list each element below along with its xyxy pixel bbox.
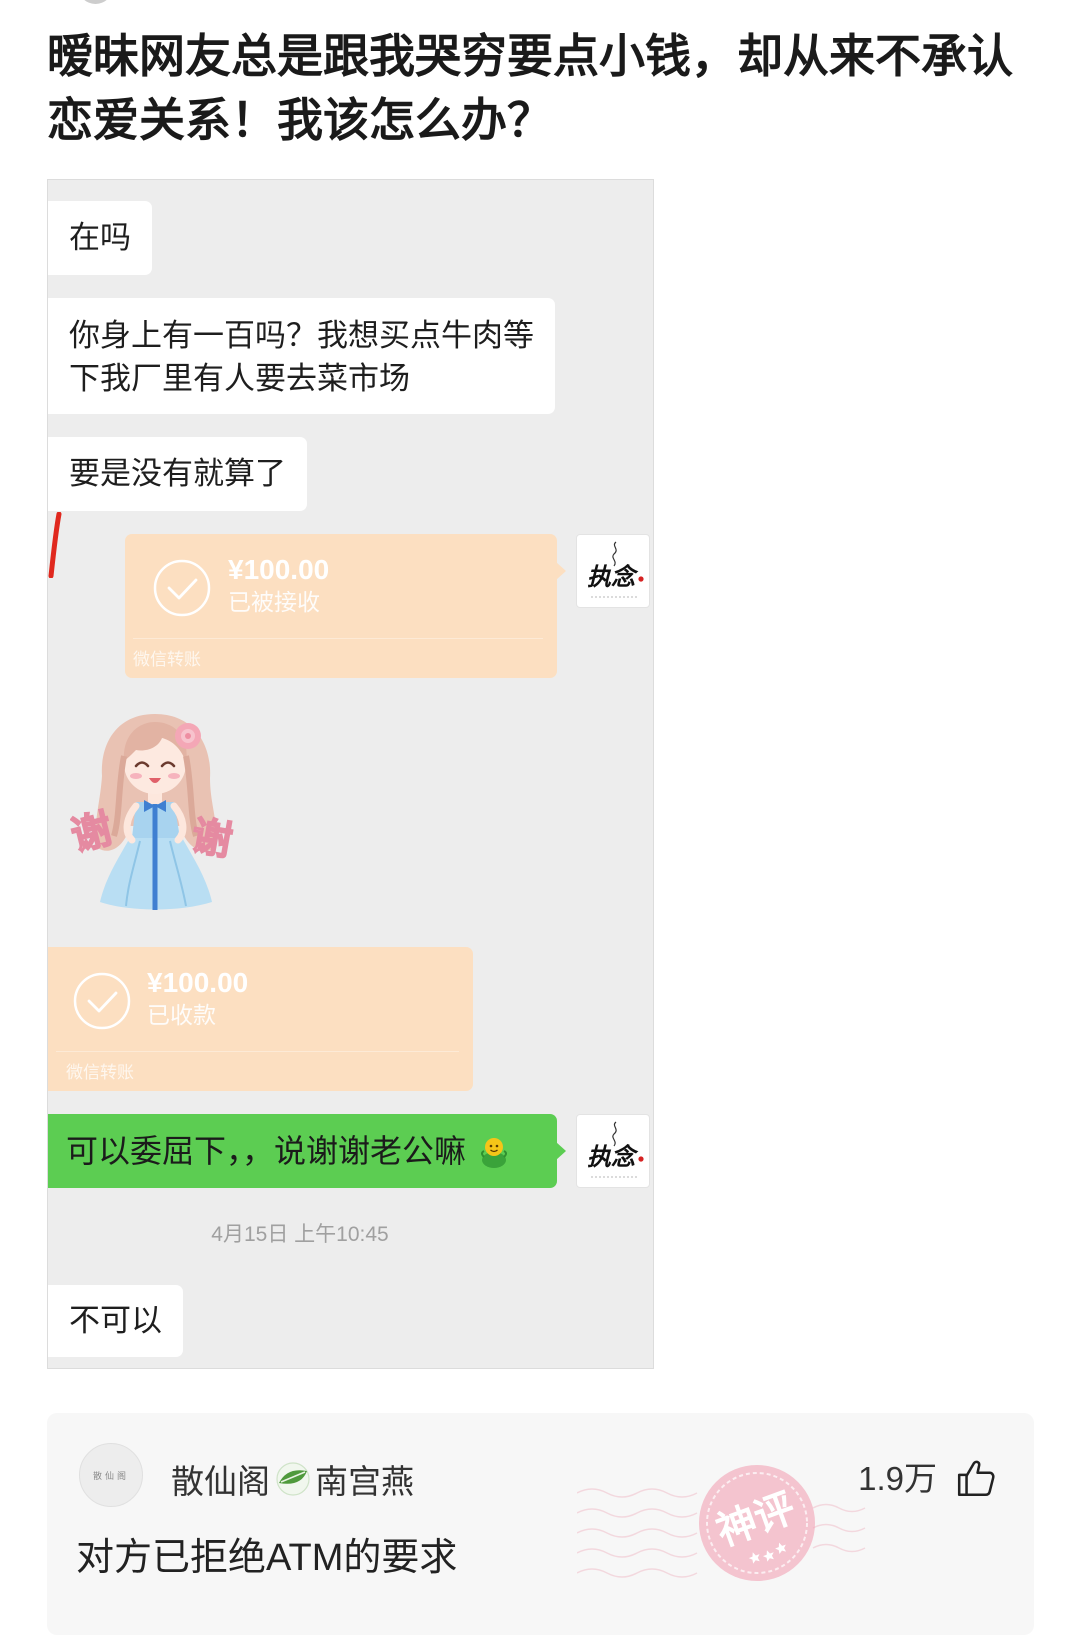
message-text: 要是没有就算了 [69, 456, 286, 491]
commenter-name-prefix: 散仙阁 [171, 1463, 270, 1500]
smiling-emoji-icon [481, 1138, 508, 1168]
avatar-logo-text: 散仙阁 [92, 1470, 129, 1481]
transfer-status: 已收款 [147, 1002, 216, 1028]
outgoing-message-bubble: 可以委屈下，，说谢谢老公嘛 [48, 1114, 566, 1188]
transfer-card-received: ¥100.00 已收款 微信转账 [48, 947, 473, 1091]
top-comment-stamp: 神评 [577, 1465, 866, 1581]
message-text-line: 下我厂里有人要去菜市场 [69, 361, 410, 396]
transfer-footer-label: 微信转账 [66, 1063, 134, 1082]
transfer-amount: ¥100.00 [228, 554, 330, 585]
incoming-message-bubble: 在吗 [48, 201, 152, 275]
check-circle-icon [73, 972, 131, 1030]
chat-screenshot-image[interactable]: 在吗 你身上有一百吗？我想买点牛肉等 下我厂里有人要去菜市场 要是没有就算了 ¥… [47, 179, 654, 1369]
transfer-amount: ¥100.00 [147, 967, 249, 998]
transfer-divider [133, 638, 543, 639]
like-count[interactable]: 1.9万 [858, 1459, 937, 1499]
thank-you-girl-sticker: 谢 谢 [70, 714, 236, 910]
transfer-status: 已被接收 [228, 589, 320, 615]
avatar-calligraphy-text: 执念 [587, 1142, 639, 1171]
avatar-calligraphy-text: 执念 [587, 562, 639, 591]
check-circle-icon [153, 559, 211, 617]
my-avatar: 执念 [576, 534, 650, 608]
calligraphy-avatar-icon: 执念 [587, 1121, 644, 1178]
sticker-flower [175, 723, 201, 749]
calligraphy-avatar-icon: 执念 [587, 541, 644, 598]
chat-timestamp: 4月15日 上午10:45 [211, 1223, 389, 1246]
message-text: 在吗 [69, 220, 131, 255]
thumbs-up-icon[interactable] [955, 1457, 997, 1499]
transfer-divider [56, 1051, 459, 1052]
incoming-message-bubble: 不可以 [48, 1285, 183, 1357]
message-text: 不可以 [69, 1303, 162, 1338]
red-annotation-mark [48, 512, 62, 578]
author-avatar[interactable] [78, 0, 113, 4]
sticker-char-right: 谢 [188, 813, 235, 865]
post-title-line-2: 恋爱关系！我该怎么办？ [47, 94, 553, 146]
incoming-message-bubble: 你身上有一百吗？我想买点牛肉等 下我厂里有人要去菜市场 [48, 298, 555, 414]
commenter-name-suffix: 南宫燕 [315, 1463, 414, 1500]
transfer-footer-label: 微信转账 [133, 650, 201, 669]
message-text: 可以委屈下，，说谢谢老公嘛 [66, 1133, 467, 1169]
incoming-message-bubble: 要是没有就算了 [48, 437, 307, 511]
top-comment-card[interactable]: 散仙阁 散仙阁 南宫燕 1.9万 对方已拒绝ATM的要求 神评 [47, 1413, 1034, 1635]
post-title: 暧昧网友总是跟我哭穷要点小钱，却从来不承认 恋爱关系！我该怎么办？ [47, 24, 1013, 152]
commenter-avatar[interactable]: 散仙阁 [79, 1443, 143, 1507]
transfer-card-sent: ¥100.00 已被接收 微信转账 [125, 534, 566, 678]
leaf-badge-icon [276, 1462, 310, 1496]
my-avatar: 执念 [576, 1114, 650, 1188]
post-title-line-1: 暧昧网友总是跟我哭穷要点小钱，却从来不承认 [47, 30, 1013, 82]
message-text-line: 你身上有一百吗？我想买点牛肉等 [69, 318, 534, 353]
comment-text[interactable]: 对方已拒绝ATM的要求 [76, 1534, 457, 1582]
commenter-name[interactable]: 散仙阁 南宫燕 [171, 1459, 414, 1500]
